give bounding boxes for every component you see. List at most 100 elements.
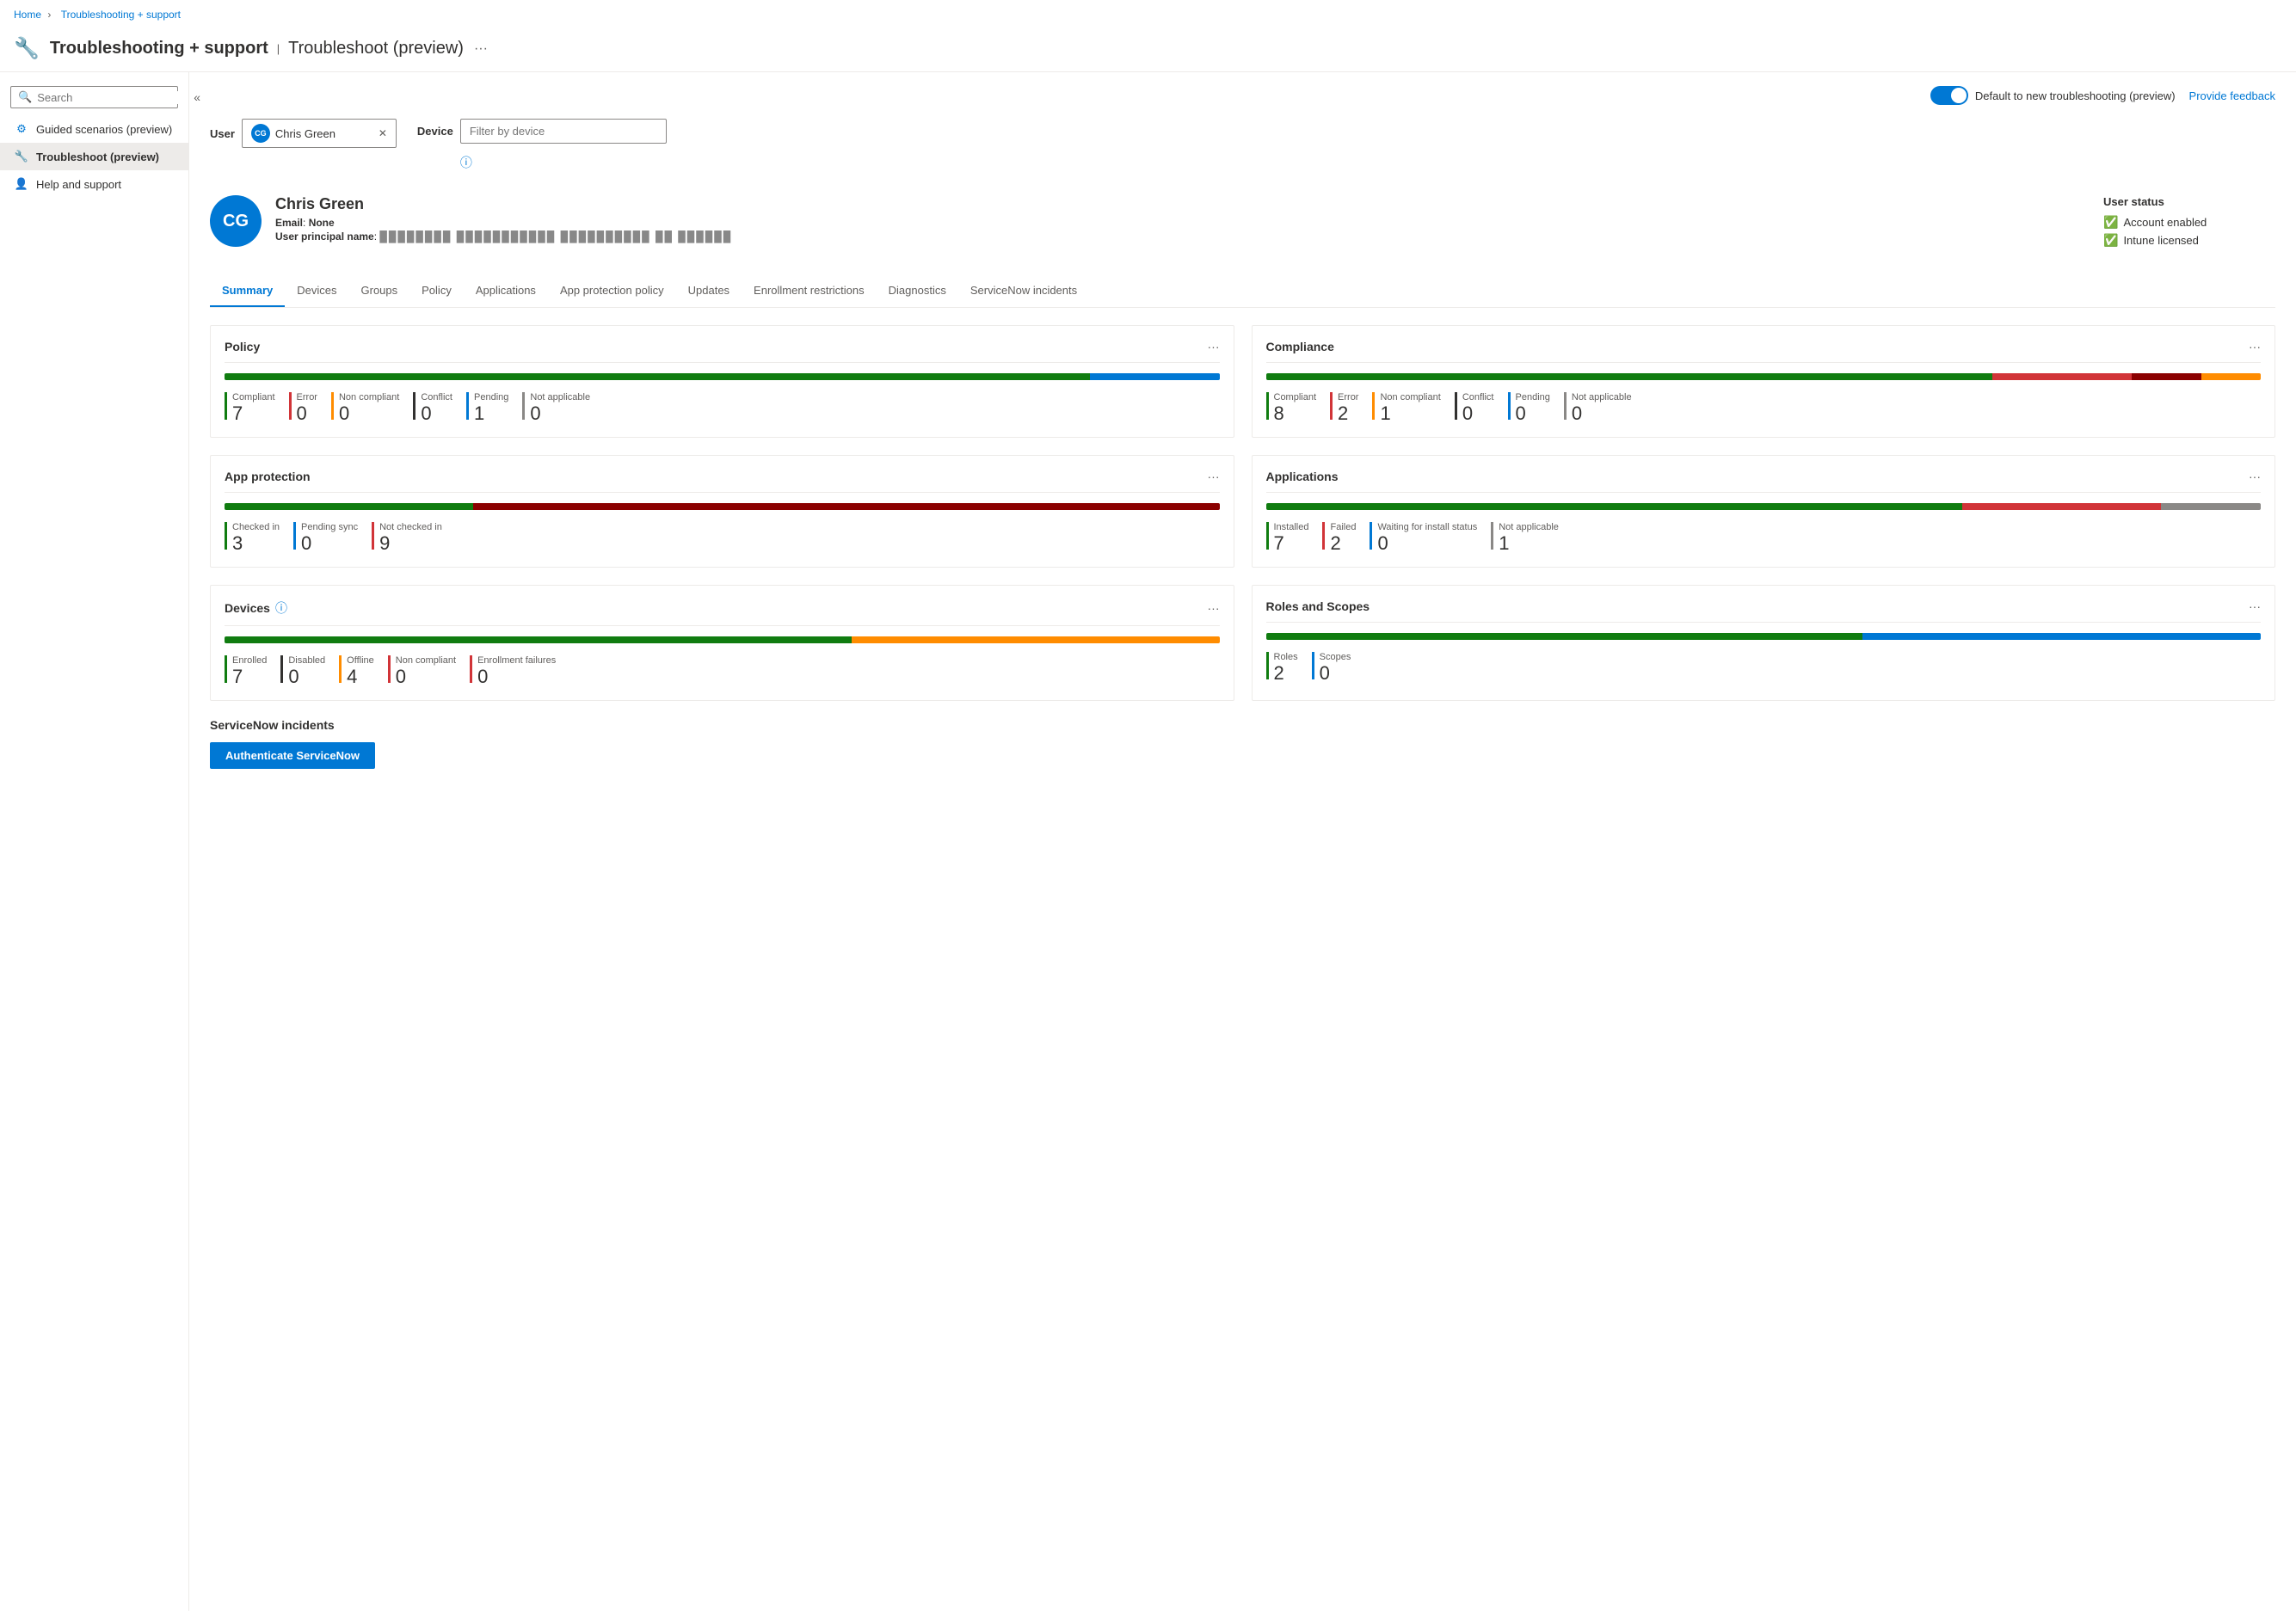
user-chip[interactable]: CG Chris Green ✕ [242,119,397,148]
policy-pending-value: 1 [474,404,508,423]
roles-label: Roles [1274,652,1298,662]
tab-policy[interactable]: Policy [409,275,464,307]
app-protection-not-checked-label: Not checked in [379,522,442,532]
roles-scopes-separator [1266,622,2262,623]
device-info-icon[interactable]: ⓘ [460,154,472,171]
roles-scopes-card: Roles and Scopes ··· Roles 2 [1252,585,2276,701]
devices-stat-noncompliant: Non compliant 0 [388,655,456,686]
app-layout: 🔍 « ⚙ Guided scenarios (preview) 🔧 Troub… [0,72,2296,1611]
compliance-stat-conflict: Conflict 0 [1455,392,1494,423]
devices-enrollment-failures-label: Enrollment failures [477,655,556,666]
sidebar-item-troubleshoot[interactable]: 🔧 Troubleshoot (preview) [0,143,188,170]
app-protection-checked-label: Checked in [232,522,280,532]
app-protection-stats: Checked in 3 Pending sync 0 [225,522,1220,553]
tab-summary[interactable]: Summary [210,275,285,307]
policy-stat-conflict: Conflict 0 [413,392,452,423]
roles-scopes-card-title: Roles and Scopes [1266,599,1370,613]
scopes-label: Scopes [1320,652,1351,662]
applications-stats: Installed 7 Failed 2 W [1266,522,2262,553]
device-filter-input[interactable] [460,119,667,144]
authenticate-servicenow-button[interactable]: Authenticate ServiceNow [210,742,375,769]
sidebar-item-troubleshoot-label: Troubleshoot (preview) [36,151,159,163]
compliance-card-header: Compliance ··· [1266,340,2262,353]
toggle-container: Default to new troubleshooting (preview) [1930,86,2176,105]
tab-groups[interactable]: Groups [349,275,410,307]
email-label: Email [275,217,303,229]
compliance-noncompliant-label: Non compliant [1380,392,1440,402]
tab-applications[interactable]: Applications [464,275,548,307]
breadcrumb-separator: › [47,9,53,21]
app-protection-stat-not-checked: Not checked in 9 [372,522,442,553]
applications-bar-installed [1266,503,1963,510]
policy-progress-bar [225,373,1220,380]
applications-waiting-label: Waiting for install status [1377,522,1477,532]
devices-offline-label: Offline [347,655,374,666]
roles-value: 2 [1274,664,1298,683]
devices-card-more-button[interactable]: ··· [1208,601,1220,615]
policy-stat-error: Error 0 [289,392,317,423]
tab-servicenow-incidents[interactable]: ServiceNow incidents [958,275,1089,307]
devices-stat-enrolled: Enrolled 7 [225,655,267,686]
search-icon: 🔍 [18,90,32,104]
devices-enrolled-label: Enrolled [232,655,267,666]
tabs: Summary Devices Groups Policy Applicatio… [210,275,2275,308]
compliance-na-label: Not applicable [1572,392,1632,402]
intune-licensed-label: Intune licensed [2123,234,2198,247]
device-filter-group: Device ⓘ [417,119,667,171]
main-content: Default to new troubleshooting (preview)… [189,72,2296,1611]
upn-label: User principal name [275,230,374,243]
roles-scopes-stats: Roles 2 Scopes 0 [1266,652,2262,683]
applications-progress-bar [1266,503,2262,510]
policy-bar-compliant [225,373,1090,380]
devices-stats: Enrolled 7 Disabled 0 [225,655,1220,686]
compliance-card-more-button[interactable]: ··· [2249,340,2261,353]
devices-separator [225,625,1220,626]
app-protection-card: App protection ··· Checked in 3 [210,455,1234,568]
app-protection-card-title: App protection [225,470,311,483]
header-more-button[interactable]: ··· [474,41,488,57]
tab-updates[interactable]: Updates [676,275,742,307]
page-subtitle: Troubleshoot (preview) [288,39,464,58]
dashboard-grid: Policy ··· Compliant 7 [210,325,2275,701]
policy-na-label: Not applicable [530,392,590,402]
servicenow-title: ServiceNow incidents [210,718,2275,732]
breadcrumb: Home › Troubleshooting + support [0,0,2296,29]
sidebar-item-guided-label: Guided scenarios (preview) [36,123,172,136]
preview-toggle[interactable] [1930,86,1968,105]
search-box[interactable]: 🔍 « [10,86,178,108]
compliance-conflict-label: Conflict [1462,392,1494,402]
devices-disabled-label: Disabled [288,655,325,666]
sidebar-item-guided[interactable]: ⚙ Guided scenarios (preview) [0,115,188,143]
account-enabled-label: Account enabled [2123,216,2207,229]
policy-stat-na: Not applicable 0 [522,392,590,423]
policy-stat-noncompliant: Non compliant 0 [331,392,399,423]
policy-card: Policy ··· Compliant 7 [210,325,1234,438]
tab-enrollment-restrictions[interactable]: Enrollment restrictions [742,275,877,307]
app-protection-pending-value: 0 [301,534,358,553]
applications-card-more-button[interactable]: ··· [2249,470,2261,483]
user-chip-close-icon[interactable]: ✕ [379,127,387,139]
tab-devices[interactable]: Devices [285,275,348,307]
search-input[interactable] [37,91,188,104]
user-status: User status ✅ Account enabled ✅ Intune l… [2103,195,2275,251]
compliance-compliant-label: Compliant [1274,392,1317,402]
status-intune-licensed: ✅ Intune licensed [2103,233,2275,248]
app-protection-card-more-button[interactable]: ··· [1208,470,1220,483]
upn-value: ████████ ███████████ ██████████ ██ █████… [379,230,732,243]
app-protection-bar-checked [225,503,473,510]
provide-feedback-link[interactable]: Provide feedback [2189,89,2275,102]
guided-icon: ⚙ [14,122,29,136]
app-protection-pending-label: Pending sync [301,522,358,532]
policy-card-more-button[interactable]: ··· [1208,340,1220,353]
devices-info-icon[interactable]: ⓘ [275,599,287,617]
roles-scopes-card-more-button[interactable]: ··· [2249,599,2261,613]
user-info: Chris Green Email: None User principal n… [275,195,2090,243]
breadcrumb-home[interactable]: Home [14,9,41,21]
tab-app-protection-policy[interactable]: App protection policy [548,275,676,307]
compliance-bar-compliant [1266,373,1992,380]
tab-diagnostics[interactable]: Diagnostics [877,275,958,307]
devices-noncompliant-label: Non compliant [396,655,456,666]
sidebar-item-help[interactable]: 👤 Help and support [0,170,188,198]
sidebar: 🔍 « ⚙ Guided scenarios (preview) 🔧 Troub… [0,72,189,1611]
applications-card-title: Applications [1266,470,1339,483]
